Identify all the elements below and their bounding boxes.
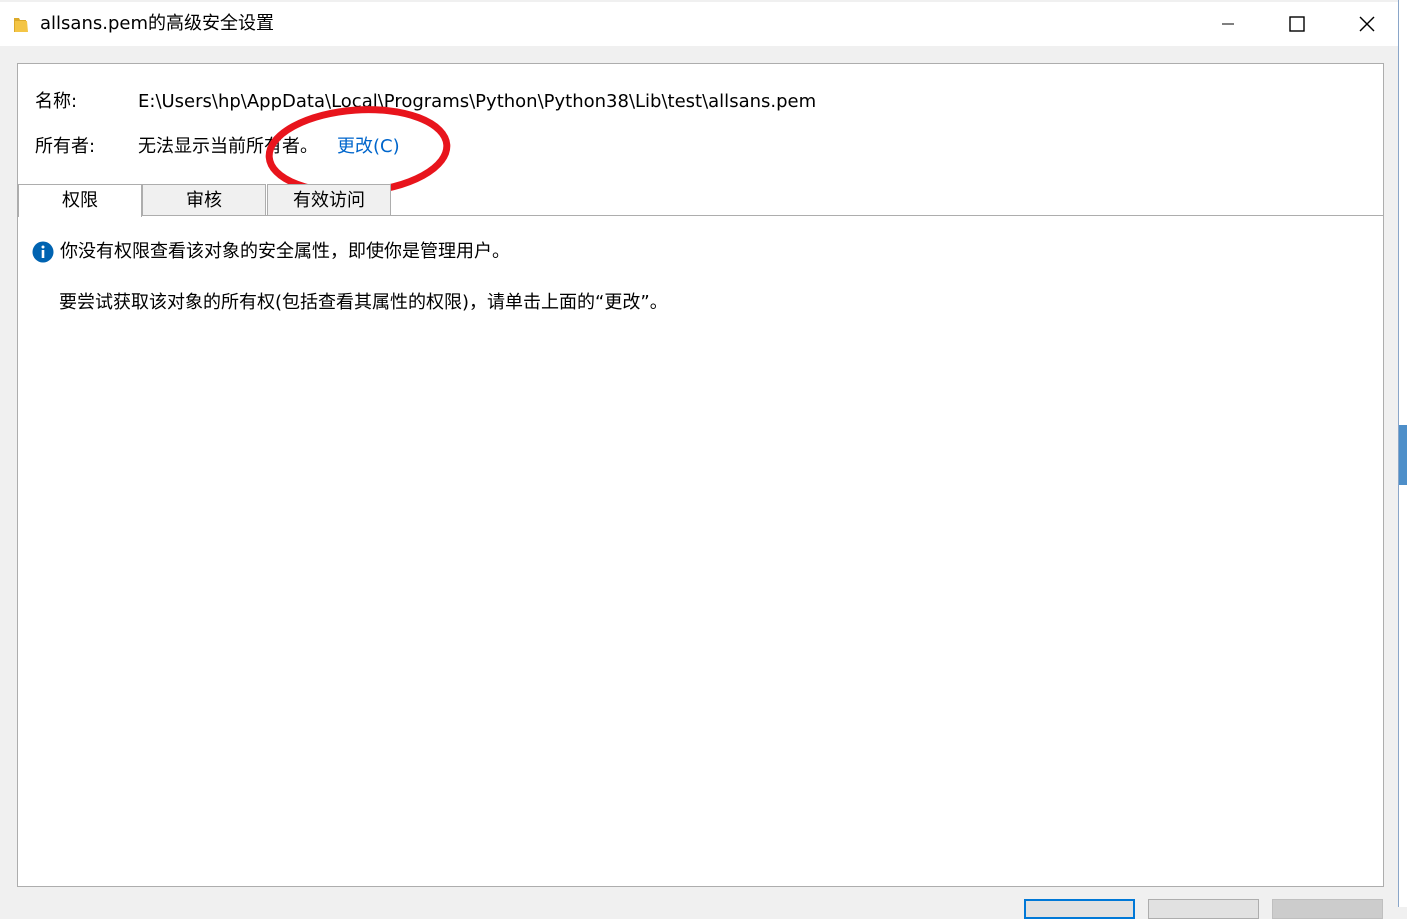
tab-permissions[interactable]: 权限: [18, 184, 142, 217]
info-icon: [32, 241, 54, 263]
maximize-icon: [1289, 16, 1305, 32]
owner-label: 所有者:: [35, 136, 96, 157]
info-message-row: 你没有权限查看该对象的安全属性，即使你是管理用户。: [32, 240, 510, 264]
close-button[interactable]: [1332, 2, 1402, 46]
name-label: 名称:: [35, 91, 78, 112]
tab-divider: [18, 215, 1383, 216]
tab-effective-access[interactable]: 有效访问: [267, 184, 391, 215]
apply-button[interactable]: [1272, 899, 1383, 919]
window-title: allsans.pem的高级安全设置: [40, 13, 274, 34]
minimize-button[interactable]: [1193, 2, 1263, 46]
owner-value: 无法显示当前所有者。: [138, 136, 318, 157]
background-window-edge: [1399, 0, 1407, 907]
cancel-button[interactable]: [1148, 899, 1259, 919]
close-icon: [1359, 16, 1375, 32]
background-window-accent: [1399, 425, 1407, 485]
security-settings-panel: 名称: E:\Users\hp\AppData\Local\Programs\P…: [17, 63, 1384, 887]
tab-auditing[interactable]: 审核: [142, 184, 266, 215]
object-path: E:\Users\hp\AppData\Local\Programs\Pytho…: [138, 91, 817, 112]
ownership-hint: 要尝试获取该对象的所有权(包括查看其属性的权限)，请单击上面的“更改”。: [59, 292, 668, 313]
advanced-security-dialog: allsans.pem的高级安全设置 名称: E:\Users\hp\AppDa…: [0, 0, 1399, 919]
info-message: 你没有权限查看该对象的安全属性，即使你是管理用户。: [60, 241, 510, 262]
maximize-button[interactable]: [1262, 2, 1332, 46]
folder-icon: [14, 18, 28, 32]
change-owner-link[interactable]: 更改(C): [337, 135, 400, 159]
title-bar[interactable]: allsans.pem的高级安全设置: [0, 2, 1398, 46]
minimize-icon: [1222, 23, 1234, 25]
ok-button[interactable]: [1024, 899, 1135, 919]
